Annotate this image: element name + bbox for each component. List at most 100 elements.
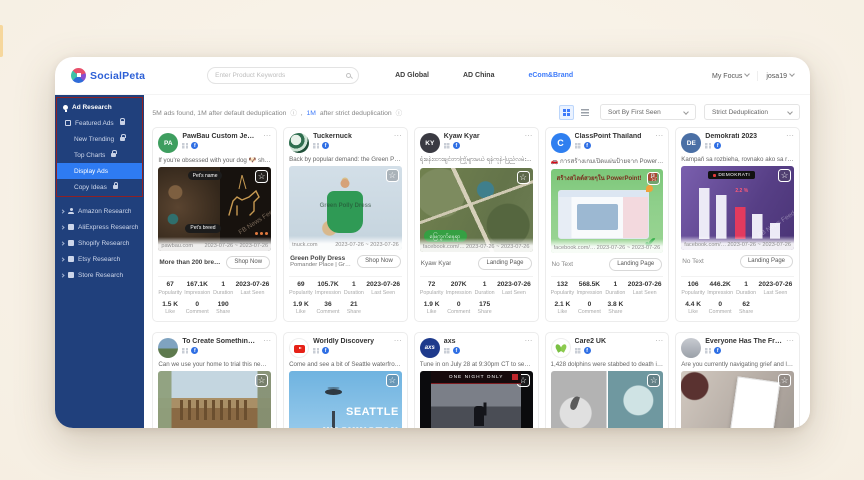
- info-icon[interactable]: ⓘ: [290, 110, 297, 117]
- favorite-star-icon[interactable]: ☆: [647, 172, 660, 185]
- advertiser-name[interactable]: axs: [444, 338, 521, 345]
- facebook-icon: f: [453, 142, 460, 149]
- advertiser-name[interactable]: Everyone Has The Freedom To...: [705, 338, 782, 345]
- more-button[interactable]: ⋯: [655, 133, 663, 139]
- more-button[interactable]: ⋯: [525, 338, 533, 344]
- advertiser-name[interactable]: Demokrati 2023: [705, 133, 782, 140]
- info-icon[interactable]: ⓘ: [396, 110, 403, 117]
- ad-creative[interactable]: SEATTLE WASHINGTON ☆: [289, 371, 402, 428]
- advertiser-avatar[interactable]: axs: [420, 338, 440, 358]
- cta-button[interactable]: Landing Page: [740, 255, 793, 268]
- nav-ecom-brand[interactable]: eCom&Brand: [528, 72, 573, 79]
- list-view-button[interactable]: [577, 105, 592, 120]
- advertiser-name[interactable]: Tuckernuck: [313, 133, 390, 140]
- search-icon[interactable]: [346, 73, 351, 78]
- advertiser-avatar[interactable]: [681, 338, 701, 358]
- channel-icons: f: [575, 347, 652, 354]
- ad-creative[interactable]: DEMOKRATI 2.2 % FB News Feed ☆ facebook.…: [681, 166, 794, 250]
- cta-button[interactable]: Shop Now: [226, 256, 270, 269]
- strict-dedup-count-link[interactable]: 1M: [307, 110, 316, 117]
- stat-like: 1.9 KLike: [420, 301, 444, 316]
- sidebar-item-ad-research[interactable]: Ad Research: [57, 99, 142, 115]
- more-button[interactable]: ⋯: [263, 338, 271, 344]
- advertiser-avatar[interactable]: DE: [681, 133, 701, 153]
- stat-spacer: [234, 301, 271, 316]
- ad-domain[interactable]: pawbau.com: [161, 243, 193, 249]
- grid-view-button[interactable]: [559, 105, 574, 120]
- sidebar-item-etsy-research[interactable]: Etsy Research: [55, 251, 144, 267]
- search-input[interactable]: [215, 72, 346, 79]
- nav-ad-china[interactable]: AD China: [463, 72, 495, 79]
- ad-domain[interactable]: facebook.com/10...: [684, 242, 727, 248]
- account-menu[interactable]: josa19: [766, 72, 794, 80]
- more-button[interactable]: ⋯: [394, 338, 402, 344]
- cta-button[interactable]: Landing Page: [478, 257, 531, 270]
- sidebar-item-amazon-research[interactable]: Amazon Research: [55, 203, 144, 219]
- advertiser-avatar[interactable]: C: [551, 133, 571, 153]
- advertiser-name[interactable]: PawBau Custom Jewelry: [182, 133, 259, 140]
- nav-ad-global[interactable]: AD Global: [395, 72, 429, 79]
- advertiser-name[interactable]: ClassPoint Thailand: [575, 133, 652, 140]
- favorite-star-icon[interactable]: ☆: [255, 374, 268, 387]
- advertiser-name[interactable]: Worldly Discovery: [313, 338, 390, 345]
- cta-button[interactable]: Landing Page: [609, 258, 662, 271]
- creative-footer: facebook.com/19... 2023-07-26 ~ 2023-07-…: [420, 238, 533, 252]
- creative-footer: facebook.com/11... 2023-07-26 ~ 2023-07-…: [551, 239, 664, 253]
- sidebar-item-top-charts[interactable]: Top Charts: [57, 147, 142, 163]
- ad-headline: Green Polly Dress: [290, 255, 353, 262]
- ad-domain[interactable]: tnuck.com: [292, 242, 318, 248]
- sidebar-item-display-ads[interactable]: Display Ads: [57, 163, 142, 179]
- favorite-star-icon[interactable]: ☆: [778, 169, 791, 182]
- ad-creative[interactable]: ☆: [551, 371, 664, 428]
- sidebar-item-copy-ideas[interactable]: Copy Ideas: [57, 179, 142, 195]
- sidebar-item-new-trending[interactable]: New Trending: [57, 131, 142, 147]
- advertiser-avatar[interactable]: [289, 338, 309, 358]
- ad-creative[interactable]: မြေကွက်နေရာ ☆ facebook.com/19... 2023-07…: [420, 168, 533, 252]
- slide-screenshot: [558, 190, 648, 239]
- bar-value-tag: 2.2 %: [735, 188, 748, 194]
- sidebar-item-aliexpress-research[interactable]: AliExpress Research: [55, 219, 144, 235]
- sidebar-item-featured-ads[interactable]: Featured Ads: [57, 115, 142, 131]
- favorite-star-icon[interactable]: ☆: [386, 169, 399, 182]
- chevron-right-icon: [60, 241, 64, 245]
- more-button[interactable]: ⋯: [263, 133, 271, 139]
- ad-creative[interactable]: สร้างสไลด์สวยๆใน PowerPoint! P ✔ ☆ faceb…: [551, 169, 664, 253]
- sidebar-item-shopify-research[interactable]: Shopify Research: [55, 235, 144, 251]
- favorite-star-icon[interactable]: ☆: [647, 374, 660, 387]
- product-search-box[interactable]: [207, 67, 359, 84]
- more-button[interactable]: ⋯: [786, 338, 794, 344]
- stat-duration: 1Duration: [343, 281, 364, 296]
- ad-creative[interactable]: Pet's name Pet's breed FB News Feed ☆ pa…: [158, 167, 271, 251]
- advertiser-info: Tuckernuck f: [313, 133, 390, 149]
- more-button[interactable]: ⋯: [655, 338, 663, 344]
- more-button[interactable]: ⋯: [786, 133, 794, 139]
- socialpeta-logo[interactable]: SocialPeta: [71, 68, 145, 83]
- advertiser-name[interactable]: Kyaw Kyar: [444, 133, 521, 140]
- cta-button[interactable]: Shop Now: [357, 255, 401, 268]
- advertiser-name[interactable]: Care2 UK: [575, 338, 652, 345]
- advertiser-avatar[interactable]: PA: [158, 133, 178, 153]
- advertiser-avatar[interactable]: [551, 338, 571, 358]
- stat-last-seen: 2023-07-26Last Seen: [757, 281, 794, 296]
- advertiser-name[interactable]: To Create Something Exceptio...: [182, 338, 259, 345]
- favorite-star-icon[interactable]: ☆: [255, 170, 268, 183]
- favorite-star-icon[interactable]: ☆: [778, 374, 791, 387]
- ad-creative[interactable]: Green Polly Dress ☆ tnuck.com 2023-07-26…: [289, 166, 402, 250]
- ad-creative[interactable]: ☆: [681, 371, 794, 428]
- advertiser-avatar[interactable]: [289, 133, 309, 153]
- advertiser-avatar[interactable]: [158, 338, 178, 358]
- sidebar-item-store-research[interactable]: Store Research: [55, 267, 144, 283]
- ad-domain[interactable]: facebook.com/11...: [554, 245, 597, 251]
- favorite-star-icon[interactable]: ☆: [386, 374, 399, 387]
- favorite-star-icon[interactable]: ☆: [517, 171, 530, 184]
- ad-domain[interactable]: facebook.com/19...: [423, 244, 466, 250]
- ad-creative[interactable]: ONE NIGHT ONLY ☆: [420, 371, 533, 428]
- more-button[interactable]: ⋯: [394, 133, 402, 139]
- advertiser-avatar[interactable]: KY: [420, 133, 440, 153]
- deduplication-select[interactable]: Strict Deduplication: [704, 104, 800, 120]
- my-focus-menu[interactable]: My Focus: [712, 72, 749, 80]
- more-button[interactable]: ⋯: [525, 133, 533, 139]
- sort-by-select[interactable]: Sort By First Seen: [600, 104, 696, 120]
- ad-creative[interactable]: ☆: [158, 371, 271, 428]
- results-count-text: 5M ads found, 1M after default deduplica…: [152, 110, 286, 117]
